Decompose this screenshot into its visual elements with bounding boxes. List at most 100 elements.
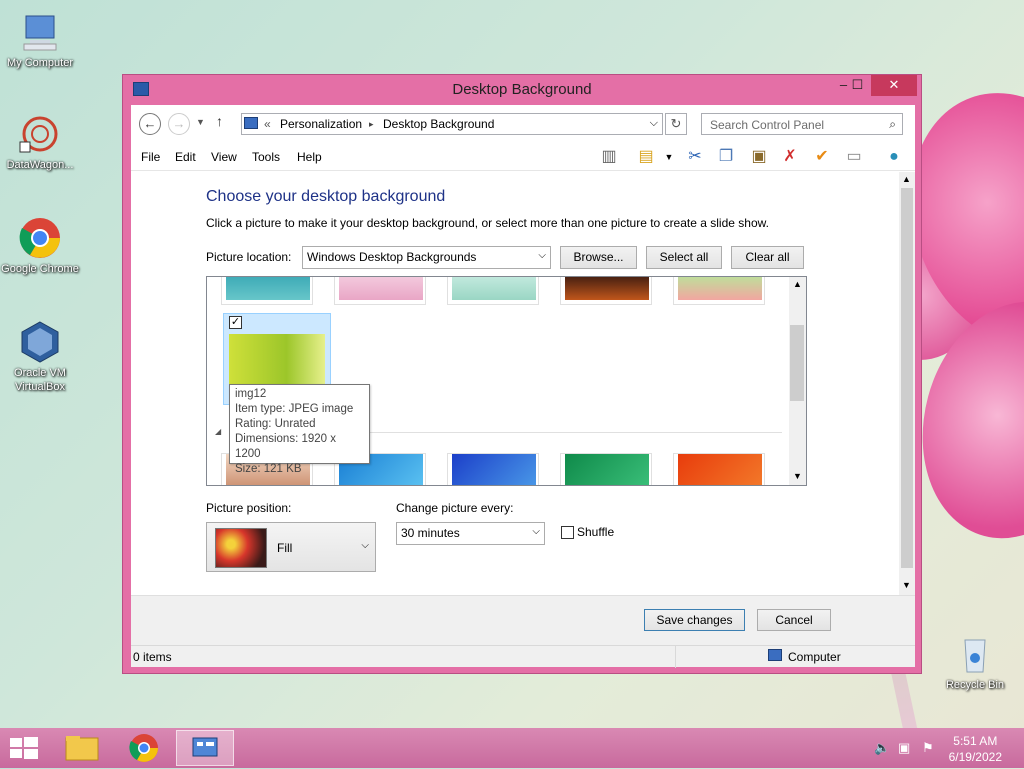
change-interval-select[interactable]: 30 minutes ⌵ xyxy=(396,522,545,545)
breadcrumb-overflow[interactable]: « xyxy=(264,117,271,131)
shuffle-checkbox[interactable] xyxy=(561,526,574,539)
control-panel-icon xyxy=(192,737,218,757)
status-location: Computer xyxy=(788,650,841,664)
desktop-icon-virtualbox[interactable]: Oracle VM VirtualBox xyxy=(0,320,80,394)
search-icon[interactable]: ⌕ xyxy=(889,117,896,132)
address-bar[interactable]: « Personalization ▸ Desktop Background ⌵ xyxy=(241,113,663,135)
up-button[interactable]: ↑ xyxy=(216,113,223,129)
search-input[interactable]: Search Control Panel ⌕ xyxy=(701,113,903,135)
picture-thumbnail[interactable] xyxy=(560,453,652,485)
scroll-up-icon[interactable]: ▲ xyxy=(793,279,802,289)
gallery-scrollbar[interactable]: ▲ ▼ xyxy=(789,277,806,485)
copy-icon[interactable]: ❐ xyxy=(715,147,737,167)
picture-thumbnail[interactable] xyxy=(447,453,539,485)
clear-all-button[interactable]: Clear all xyxy=(731,246,804,269)
breadcrumb-desktop-background[interactable]: Desktop Background xyxy=(383,117,494,131)
check-icon[interactable]: ✔ xyxy=(811,147,833,167)
cut-icon[interactable]: ✂ xyxy=(684,147,706,167)
chevron-down-icon[interactable]: ▼ xyxy=(658,147,680,167)
recycle-bin-icon xyxy=(953,632,997,676)
taskbar: 🔈 ▣ ⚑ 5:51 AM 6/19/2022 xyxy=(0,728,1024,768)
chrome-icon xyxy=(129,734,158,762)
main-content: Choose your desktop background Click a p… xyxy=(131,172,899,595)
forward-button[interactable]: → xyxy=(168,113,190,135)
action-center-icon[interactable]: ⚑ xyxy=(922,740,934,756)
clock-date: 6/19/2022 xyxy=(948,750,1002,764)
page-description: Click a picture to make it your desktop … xyxy=(206,216,769,230)
page-title: Choose your desktop background xyxy=(206,188,446,205)
tooltip-name: img12 xyxy=(235,388,267,400)
folder-check-icon[interactable]: ▤ xyxy=(635,147,657,167)
maximize-button[interactable]: ☐ xyxy=(844,75,871,96)
menu-view[interactable]: View xyxy=(211,150,237,164)
refresh-button[interactable]: ↻ xyxy=(665,113,687,135)
img12-thumbnail xyxy=(229,334,325,390)
picture-thumbnail[interactable] xyxy=(673,453,765,485)
close-button[interactable]: ✕ xyxy=(871,75,917,96)
globe-icon[interactable]: ● xyxy=(883,147,905,167)
picture-position-value: Fill xyxy=(277,541,293,555)
picture-gallery: ✓ ◢ img12 Item type: JPEG image Rating: … xyxy=(206,276,807,486)
picture-thumbnail[interactable] xyxy=(221,277,313,305)
window-title: Desktop Background xyxy=(452,81,592,98)
window-icon[interactable]: ▭ xyxy=(843,147,865,167)
picture-thumbnail[interactable] xyxy=(334,277,426,305)
browse-button[interactable]: Browse... xyxy=(560,246,637,269)
system-clock[interactable]: 5:51 AM 6/19/2022 xyxy=(949,733,1002,765)
tooltip-dimensions: Dimensions: 1920 x 1200 xyxy=(235,433,336,460)
desktop-icon-recycle-bin[interactable]: Recycle Bin xyxy=(935,632,1015,692)
windows-logo-icon xyxy=(10,737,38,759)
picture-thumbnail[interactable] xyxy=(673,277,765,305)
menu-tools[interactable]: Tools xyxy=(252,150,280,164)
content-scrollbar[interactable]: ▲ ▼ xyxy=(899,172,915,595)
back-button[interactable]: ← xyxy=(139,113,161,135)
start-button[interactable] xyxy=(10,737,38,762)
chrome-icon xyxy=(18,216,62,260)
menu-edit[interactable]: Edit xyxy=(175,150,196,164)
taskbar-file-explorer[interactable] xyxy=(56,730,108,766)
dialog-buttons-area: Save changes Cancel xyxy=(131,595,915,645)
gallery-scroll-thumb[interactable] xyxy=(790,325,804,401)
delete-icon[interactable]: ✗ xyxy=(779,147,801,167)
menu-file[interactable]: File xyxy=(141,150,160,164)
change-interval-value: 30 minutes xyxy=(401,526,460,540)
paste-icon[interactable]: ▣ xyxy=(748,147,770,167)
chevron-down-icon[interactable]: ⌵ xyxy=(650,117,658,130)
picture-location-select[interactable]: Windows Desktop Backgrounds ⌵ xyxy=(302,246,551,269)
menu-help[interactable]: Help xyxy=(297,150,322,164)
group-collapse-icon[interactable]: ◢ xyxy=(215,427,221,436)
taskbar-control-panel[interactable] xyxy=(176,730,234,766)
picture-thumbnail[interactable] xyxy=(560,277,652,305)
layout-icon[interactable]: ▥ xyxy=(598,147,620,167)
folder-icon xyxy=(65,736,99,761)
select-all-button[interactable]: Select all xyxy=(646,246,722,269)
picture-thumbnail[interactable] xyxy=(447,277,539,305)
scroll-down-icon[interactable]: ▼ xyxy=(793,471,802,481)
datawagon-icon xyxy=(18,112,62,156)
chevron-down-icon: ⌵ xyxy=(532,526,540,537)
taskbar-chrome[interactable] xyxy=(118,730,170,766)
picture-checkbox[interactable]: ✓ xyxy=(229,316,242,329)
desktop-icon-chrome[interactable]: Google Chrome xyxy=(0,216,80,276)
scroll-down-icon[interactable]: ▼ xyxy=(902,580,911,590)
change-picture-label: Change picture every: xyxy=(396,501,514,515)
computer-icon xyxy=(768,649,782,661)
picture-position-select[interactable]: Fill ⌵ xyxy=(206,522,376,572)
recent-pages-icon[interactable]: ▼ xyxy=(196,117,205,127)
shuffle-label: Shuffle xyxy=(577,525,615,539)
breadcrumb-personalization[interactable]: Personalization xyxy=(280,117,362,131)
title-bar[interactable]: Desktop Background – ☐ ✕ xyxy=(123,75,921,103)
clock-time: 5:51 AM xyxy=(953,734,998,748)
save-changes-button[interactable]: Save changes xyxy=(644,609,745,631)
breadcrumb-separator[interactable]: ▸ xyxy=(369,119,374,130)
scroll-up-icon[interactable]: ▲ xyxy=(902,174,911,184)
speaker-muted-icon[interactable]: 🔈 xyxy=(874,740,890,756)
picture-location-label: Picture location: xyxy=(206,250,292,264)
computer-icon xyxy=(18,10,62,54)
desktop-icon-datawagon[interactable]: DataWagon... xyxy=(0,112,80,172)
picture-location-value: Windows Desktop Backgrounds xyxy=(307,250,477,264)
cancel-button[interactable]: Cancel xyxy=(757,609,831,631)
desktop-icon-my-computer[interactable]: My Computer xyxy=(0,10,80,70)
content-scroll-thumb[interactable] xyxy=(901,188,913,568)
network-icon[interactable]: ▣ xyxy=(898,740,910,756)
